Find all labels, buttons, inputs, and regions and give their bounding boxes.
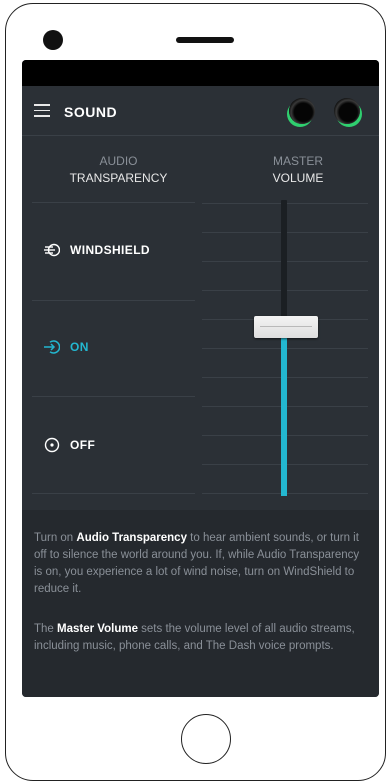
option-windshield[interactable]: WINDSHIELD — [44, 242, 150, 258]
help-master-volume: The Master Volume sets the volume level … — [34, 621, 370, 655]
option-divider — [32, 396, 195, 397]
help-audio-transparency: Turn on Audio Transparency to hear ambie… — [34, 530, 370, 598]
option-on[interactable]: ON — [44, 339, 89, 355]
audio-heading-line2: TRANSPARENCY — [69, 171, 168, 185]
help-bold-term: Master Volume — [57, 623, 138, 635]
header-divider — [22, 135, 379, 136]
option-divider — [32, 300, 195, 301]
app-screen: SOUND AUDIO TRANSPARENCY MASTER VOLUME W… — [22, 60, 379, 697]
help-bold-term: Audio Transparency — [76, 532, 187, 544]
help-text: The — [34, 623, 58, 635]
status-bar — [22, 60, 379, 86]
arrow-in-circle-icon — [44, 339, 60, 355]
master-volume-heading: MASTER VOLUME — [217, 153, 379, 187]
option-divider — [32, 493, 195, 494]
volume-slider-handle[interactable] — [254, 316, 318, 338]
volume-fill — [281, 327, 287, 496]
front-camera — [43, 30, 63, 50]
option-off[interactable]: OFF — [44, 437, 95, 453]
master-heading-line2: VOLUME — [272, 171, 324, 185]
help-text: Turn on — [34, 532, 77, 544]
app-header: SOUND — [22, 86, 379, 136]
right-earbud-icon[interactable] — [334, 98, 360, 124]
earpiece-speaker — [176, 37, 234, 43]
audio-heading-line1: AUDIO — [99, 154, 138, 168]
option-label: WINDSHIELD — [70, 243, 150, 257]
master-volume-slider[interactable] — [281, 200, 287, 496]
master-heading-line1: MASTER — [272, 154, 323, 168]
option-label: ON — [70, 340, 89, 354]
home-button[interactable] — [181, 714, 231, 764]
page-title: SOUND — [64, 104, 118, 120]
dot-circle-icon — [44, 437, 60, 453]
audio-transparency-heading: AUDIO TRANSPARENCY — [22, 153, 215, 187]
windshield-icon — [44, 242, 60, 258]
option-label: OFF — [70, 438, 96, 452]
left-earbud-icon[interactable] — [289, 98, 315, 124]
hamburger-menu-icon[interactable] — [34, 104, 50, 117]
help-panel: Turn on Audio Transparency to hear ambie… — [22, 510, 379, 697]
option-divider — [32, 202, 195, 203]
